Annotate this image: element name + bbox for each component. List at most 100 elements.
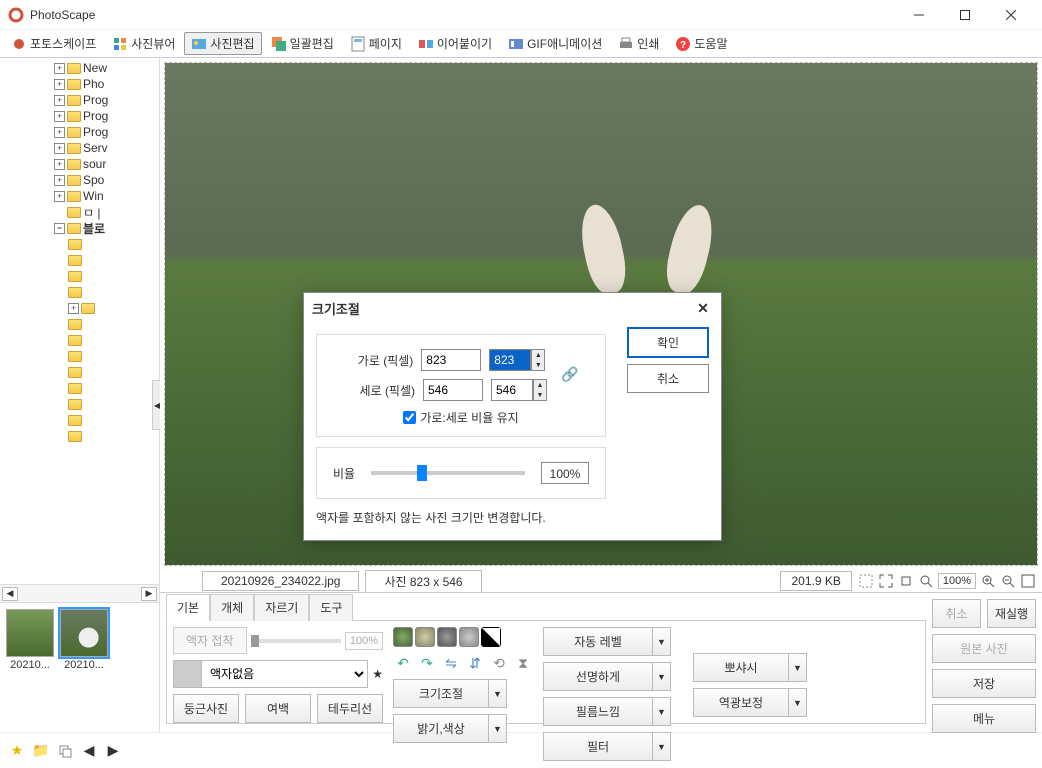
favorite-icon[interactable]: ★ [372, 667, 383, 681]
filter-dropdown[interactable]: ▼ [653, 732, 671, 761]
expand-icon[interactable]: + [54, 191, 65, 202]
tab-crop[interactable]: 자르기 [254, 594, 309, 621]
tab-help[interactable]: ?도움말 [668, 32, 734, 55]
width-target-input[interactable] [489, 349, 531, 371]
zoom-icon[interactable] [918, 573, 934, 589]
height-spinner[interactable]: ▲▼ [533, 379, 547, 401]
flip-h-icon[interactable]: ⇋ [441, 653, 461, 673]
spin-down-icon[interactable]: ▼ [534, 390, 546, 400]
cancel-button[interactable]: 취소 [627, 364, 709, 393]
tree-item-selected[interactable]: −블로 [54, 220, 159, 236]
autolevel-button[interactable]: 자동 레벨 [543, 627, 653, 656]
maximize-button[interactable] [942, 0, 988, 30]
expand-icon[interactable]: + [54, 111, 65, 122]
tree-item[interactable]: +Serv [54, 140, 159, 156]
expand-icon[interactable]: + [68, 303, 79, 314]
save-button[interactable]: 저장 [932, 669, 1036, 698]
expand-icon[interactable]: + [54, 175, 65, 186]
brightness-button[interactable]: 밝기,색상 [393, 714, 489, 743]
tree-item[interactable]: + [68, 300, 159, 316]
swatch[interactable] [459, 627, 479, 647]
tree-item[interactable]: +Prog [54, 108, 159, 124]
tab-combine[interactable]: 이어붙이기 [411, 32, 499, 55]
tree-item[interactable] [68, 364, 159, 380]
tree-item[interactable] [68, 412, 159, 428]
collapse-icon[interactable]: − [54, 223, 65, 234]
actual-icon[interactable] [898, 573, 914, 589]
tree-hscroll[interactable]: ◀ ▶ [0, 584, 159, 602]
scroll-right-icon[interactable]: ▶ [141, 587, 157, 601]
star-icon[interactable]: ★ [8, 742, 26, 760]
tree-item[interactable] [68, 396, 159, 412]
prev-icon[interactable]: ◀ [80, 742, 98, 760]
menu-button[interactable]: 메뉴 [932, 704, 1036, 733]
straighten-icon[interactable]: ⧗ [513, 653, 533, 673]
tab-basic[interactable]: 기본 [166, 594, 210, 621]
tab-photoscape[interactable]: 포토스케이프 [4, 32, 103, 55]
tree-item[interactable]: +New [54, 60, 159, 76]
height-input[interactable] [423, 379, 483, 401]
frame-dropdown[interactable]: 액자없음 [202, 661, 367, 687]
sharpen-dropdown[interactable]: ▼ [653, 662, 671, 691]
zoom-out-icon[interactable] [1000, 573, 1016, 589]
tab-gif[interactable]: GIF애니메이션 [501, 32, 609, 55]
scroll-left-icon[interactable]: ◀ [2, 587, 18, 601]
film-button[interactable]: 필름느낌 [543, 697, 653, 726]
rotate-right-icon[interactable]: ↷ [417, 653, 437, 673]
zoom-in-icon[interactable] [980, 573, 996, 589]
tree-item[interactable] [68, 316, 159, 332]
redo-button[interactable]: 재실행 [987, 599, 1036, 628]
next-icon[interactable]: ▶ [104, 742, 122, 760]
rotate-free-icon[interactable]: ⟲ [489, 653, 509, 673]
frame-select[interactable]: 액자없음 [173, 660, 368, 688]
width-input[interactable] [421, 349, 481, 371]
tree-item[interactable] [68, 252, 159, 268]
flip-v-icon[interactable]: ⇵ [465, 653, 485, 673]
autolevel-dropdown[interactable]: ▼ [653, 627, 671, 656]
tree-item[interactable]: +Spo [54, 172, 159, 188]
expand-icon[interactable]: + [54, 159, 65, 170]
tab-batch[interactable]: 일괄편집 [264, 32, 341, 55]
tree-item[interactable] [68, 236, 159, 252]
round-photo-button[interactable]: 둥근사진 [173, 694, 239, 723]
backlight-dropdown[interactable]: ▼ [789, 688, 807, 717]
tab-print[interactable]: 인쇄 [611, 32, 666, 55]
swatch-invert[interactable] [481, 627, 501, 647]
copy-icon[interactable] [56, 742, 74, 760]
tree-item[interactable]: ㅁ | [54, 204, 159, 220]
tree-item[interactable]: +Pho [54, 76, 159, 92]
spin-up-icon[interactable]: ▲ [534, 380, 546, 390]
tab-viewer[interactable]: 사진뷰어 [105, 32, 182, 55]
tree-item[interactable]: +sour [54, 156, 159, 172]
close-button[interactable] [988, 0, 1034, 30]
fit-icon[interactable] [878, 573, 894, 589]
bloom-dropdown[interactable]: ▼ [789, 653, 807, 682]
frame-attach-button[interactable]: 액자 접착 [173, 627, 247, 654]
ratio-slider[interactable] [371, 471, 525, 475]
brightness-dropdown[interactable]: ▼ [489, 714, 507, 743]
original-button[interactable]: 원본 사진 [932, 634, 1036, 663]
margin-button[interactable]: 여백 [245, 694, 311, 723]
tab-tools[interactable]: 도구 [309, 594, 353, 621]
expand-icon[interactable]: + [54, 95, 65, 106]
backlight-button[interactable]: 역광보정 [693, 688, 789, 717]
resize-dropdown[interactable]: ▼ [489, 679, 507, 708]
filter-button[interactable]: 필터 [543, 732, 653, 761]
tree-item[interactable]: +Prog [54, 92, 159, 108]
tree-item[interactable] [68, 284, 159, 300]
spin-up-icon[interactable]: ▲ [532, 350, 544, 360]
tab-page[interactable]: 페이지 [343, 32, 409, 55]
undo-button[interactable]: 취소 [932, 599, 981, 628]
bloom-button[interactable]: 뽀샤시 [693, 653, 789, 682]
swatch[interactable] [393, 627, 413, 647]
tree-item[interactable] [68, 268, 159, 284]
folder-tree[interactable]: +New +Pho +Prog +Prog +Prog +Serv +sour … [0, 58, 159, 584]
rotate-left-icon[interactable]: ↶ [393, 653, 413, 673]
tree-item[interactable] [68, 428, 159, 444]
width-spinner[interactable]: ▲▼ [531, 349, 545, 371]
expand-icon[interactable]: + [54, 79, 65, 90]
spin-down-icon[interactable]: ▼ [532, 360, 544, 370]
ok-button[interactable]: 확인 [627, 327, 709, 358]
keep-ratio-checkbox[interactable] [403, 411, 416, 424]
border-button[interactable]: 테두리선 [317, 694, 383, 723]
